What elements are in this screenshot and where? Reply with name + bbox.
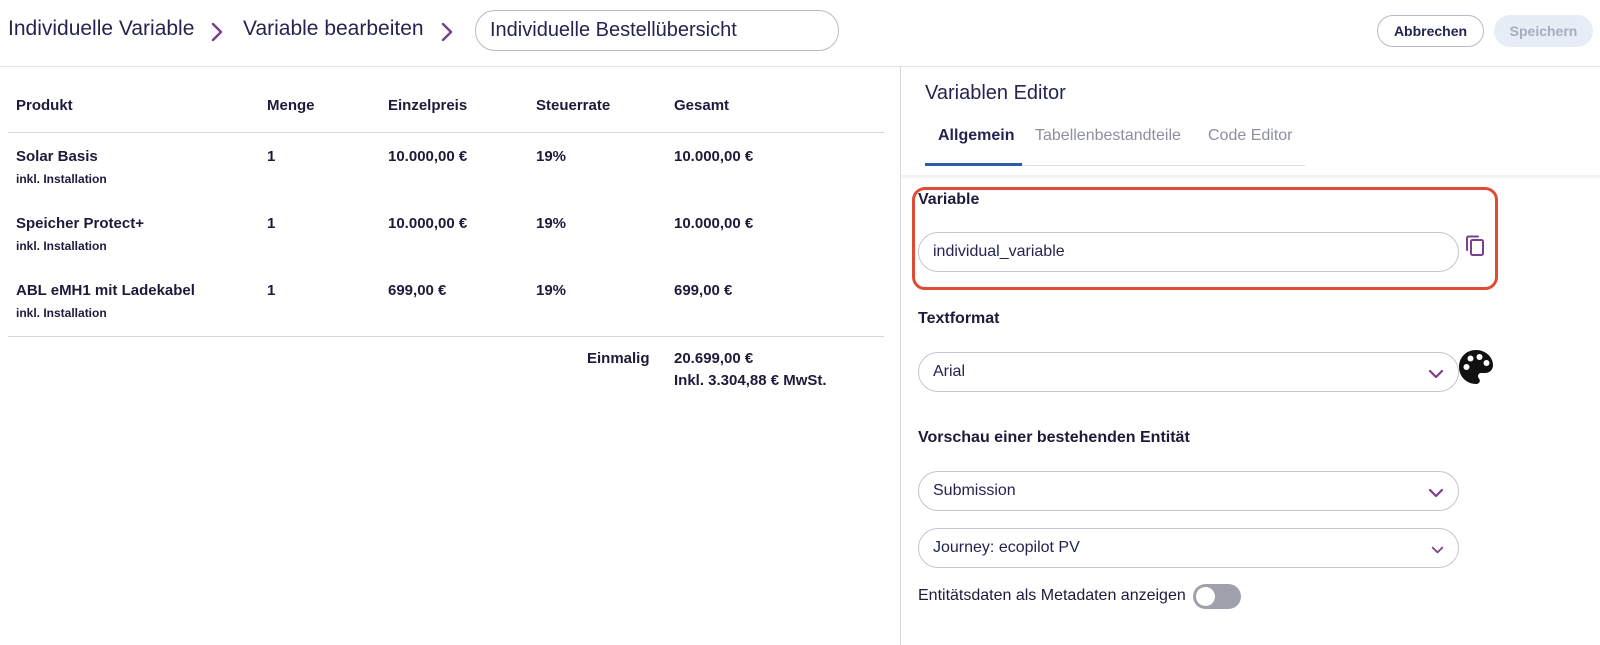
journey-selected: Journey: ecopilot PV — [933, 539, 1080, 556]
preview-label: Vorschau einer bestehenden Entität — [918, 429, 1190, 446]
variable-key-field[interactable] — [918, 232, 1459, 272]
chevron-down-icon — [1428, 369, 1444, 379]
copy-icon[interactable] — [1464, 234, 1486, 258]
top-bar: Individuelle Variable Variable bearbeite… — [0, 0, 1600, 67]
product-note: inkl. Installation — [16, 239, 107, 253]
product-name: ABL eMH1 mit Ladekabel — [16, 282, 195, 299]
product-note: inkl. Installation — [16, 306, 107, 320]
section-separator — [901, 175, 1600, 178]
column-header-product: Produkt — [16, 97, 73, 114]
column-header-quantity: Menge — [267, 97, 315, 114]
textformat-selected: Arial — [933, 363, 966, 380]
metadata-toggle-label: Entitätsdaten als Metadaten anzeigen — [918, 587, 1186, 604]
chevron-right-icon — [211, 22, 223, 42]
metadata-toggle[interactable] — [1193, 584, 1241, 609]
textformat-label: Textformat — [918, 310, 1000, 327]
panel-title: Variablen Editor — [925, 82, 1066, 104]
product-name: Speicher Protect+ — [16, 215, 144, 232]
total-cell: 10.000,00 € — [674, 148, 754, 165]
chevron-down-icon — [1431, 546, 1444, 554]
quantity-cell: 1 — [267, 148, 276, 165]
header-divider — [8, 132, 884, 133]
tab-general[interactable]: Allgemein — [938, 127, 1014, 145]
entity-type-selected: Submission — [933, 482, 1016, 499]
variable-editor-panel: Variablen Editor Allgemein Tabellenbesta… — [901, 67, 1600, 645]
entity-type-dropdown[interactable]: Submission — [918, 471, 1459, 511]
product-name: Solar Basis — [16, 148, 98, 165]
tax-rate-cell: 19% — [536, 148, 567, 165]
active-tab-indicator — [925, 163, 1022, 166]
variable-key-input[interactable] — [933, 243, 1444, 261]
summary-vat-note: Inkl. 3.304,88 € MwSt. — [674, 372, 827, 389]
summary-label: Einmalig — [587, 350, 650, 367]
journey-dropdown[interactable]: Journey: ecopilot PV — [918, 528, 1459, 568]
tab-code-editor[interactable]: Code Editor — [1208, 127, 1293, 145]
summary-divider — [8, 336, 884, 337]
total-cell: 699,00 € — [674, 282, 733, 299]
editor-tabs: Allgemein Tabellenbestandteile Code Edit… — [925, 127, 1305, 166]
tab-table-components[interactable]: Tabellenbestandteile — [1035, 127, 1181, 145]
quantity-cell: 1 — [267, 215, 276, 232]
column-header-total: Gesamt — [674, 97, 730, 114]
summary-total: 20.699,00 € — [674, 350, 754, 367]
textformat-dropdown[interactable]: Arial — [918, 352, 1459, 392]
tax-rate-cell: 19% — [536, 215, 567, 232]
column-header-tax-rate: Steuerrate — [536, 97, 611, 114]
variable-name-input[interactable] — [475, 10, 839, 51]
save-button[interactable]: Speichern — [1494, 15, 1593, 47]
total-cell: 10.000,00 € — [674, 215, 754, 232]
palette-icon[interactable] — [1457, 348, 1495, 386]
unit-price-cell: 10.000,00 € — [388, 148, 468, 165]
chevron-down-icon — [1428, 488, 1444, 498]
quantity-cell: 1 — [267, 282, 276, 299]
chevron-right-icon — [441, 22, 453, 42]
breadcrumb-edit-variable[interactable]: Variable bearbeiten — [243, 17, 424, 41]
order-preview-table: Produkt Menge Einzelpreis Steuerrate Ges… — [0, 67, 900, 645]
unit-price-cell: 699,00 € — [388, 282, 447, 299]
tax-rate-cell: 19% — [536, 282, 567, 299]
unit-price-cell: 10.000,00 € — [388, 215, 468, 232]
column-header-unit-price: Einzelpreis — [388, 97, 468, 114]
variable-label: Variable — [918, 191, 980, 208]
breadcrumb-individual-variable[interactable]: Individuelle Variable — [8, 17, 194, 41]
toggle-knob — [1196, 587, 1215, 606]
product-note: inkl. Installation — [16, 172, 107, 186]
cancel-button[interactable]: Abbrechen — [1377, 15, 1484, 47]
